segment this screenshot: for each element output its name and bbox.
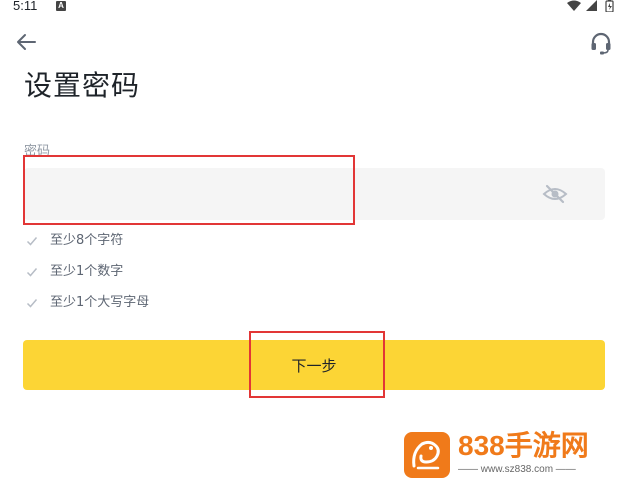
check-icon — [26, 237, 38, 246]
rule-text: 至少1个大写字母 — [50, 295, 150, 310]
status-time: 5:11 — [13, 0, 38, 13]
visibility-toggle[interactable] — [542, 182, 568, 206]
eye-off-icon — [542, 184, 568, 204]
next-button[interactable]: 下一步 — [23, 340, 605, 390]
wifi-icon — [567, 0, 581, 11]
password-input[interactable] — [24, 168, 524, 220]
support-button[interactable] — [588, 30, 614, 56]
notification-icon: A — [56, 1, 66, 11]
status-icons — [566, 0, 618, 12]
password-field[interactable] — [24, 168, 605, 220]
signal-icon — [586, 0, 597, 11]
battery-icon — [605, 0, 614, 12]
rule-text: 至少1个数字 — [50, 264, 124, 279]
rule-text: 至少8个字符 — [50, 233, 124, 248]
headset-icon — [591, 32, 611, 55]
check-icon — [26, 268, 38, 277]
page-title: 设置密码 — [24, 69, 141, 102]
status-bar: 5:11 A — [0, 0, 626, 14]
password-label: 密码 — [24, 144, 51, 159]
dragon-logo-icon — [404, 432, 450, 478]
watermark: 838手游网 —— www.sz838.com —— — [404, 430, 604, 480]
watermark-title: 838手游网 — [458, 430, 589, 461]
watermark-url: —— www.sz838.com —— — [458, 464, 576, 475]
check-icon — [26, 299, 38, 308]
back-button[interactable] — [13, 30, 41, 54]
arrow-left-icon — [17, 34, 36, 50]
